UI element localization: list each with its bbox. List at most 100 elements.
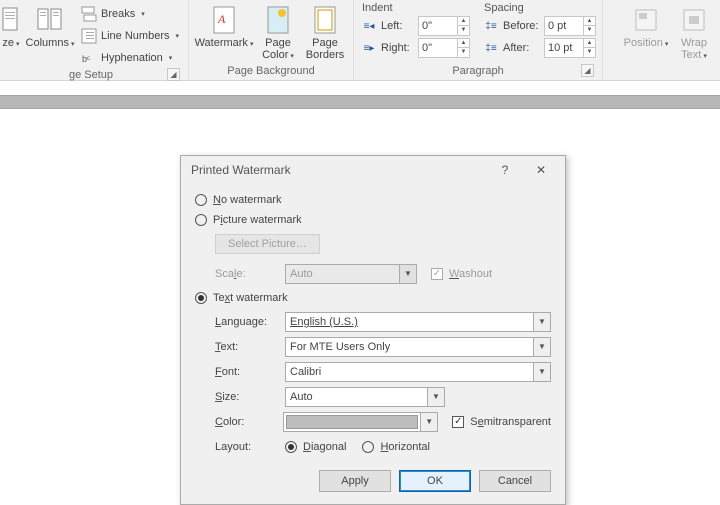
spinner-up-icon[interactable]: ▲	[458, 17, 469, 26]
svg-text:A: A	[217, 12, 226, 26]
radio-picture-watermark[interactable]: Picture watermark	[195, 210, 551, 230]
watermark-button[interactable]: A Watermark▾	[195, 2, 253, 51]
scale-value: Auto	[286, 268, 399, 280]
spinner-down-icon[interactable]: ▼	[458, 26, 469, 35]
spacing-after-value: 10 pt	[545, 42, 583, 54]
color-swatch	[286, 415, 418, 429]
spacing-before-icon: ‡≡	[482, 21, 500, 32]
size-value: Auto	[286, 391, 427, 403]
chevron-down-icon: ▾	[290, 53, 294, 60]
color-label: Color:	[215, 416, 275, 428]
spinner-down-icon[interactable]: ▼	[458, 48, 469, 57]
indent-left-label: Left:	[381, 20, 415, 32]
spacing-after-label: After:	[503, 42, 541, 54]
spinner-up-icon[interactable]: ▲	[584, 39, 595, 48]
spacing-after-spinner[interactable]: 10 pt▲▼	[544, 38, 596, 58]
radio-icon	[195, 194, 207, 206]
text-label: Text:	[215, 341, 277, 353]
columns-icon	[34, 4, 66, 36]
hyphenation-icon: bᶜ	[81, 50, 97, 66]
radio-no-watermark[interactable]: No watermark	[195, 190, 551, 210]
washout-checkbox: ✓ Washout	[431, 264, 492, 284]
spinner-down-icon[interactable]: ▼	[584, 48, 595, 57]
hyphenation-button[interactable]: bᶜ Hyphenation▾	[78, 48, 182, 68]
dialog-title: Printed Watermark	[191, 163, 291, 177]
line-numbers-button[interactable]: Line Numbers▾	[78, 26, 182, 46]
size-icon	[0, 4, 27, 36]
spinner-up-icon[interactable]: ▲	[584, 17, 595, 26]
svg-text:bᶜ: bᶜ	[82, 54, 90, 64]
indent-right-spinner[interactable]: 0"▲▼	[418, 38, 470, 58]
layout-label: Layout:	[215, 441, 277, 453]
size-label: ze	[2, 37, 14, 49]
page-borders-label: Page Borders	[306, 37, 345, 61]
text-combo[interactable]: For MTE Users Only ▼	[285, 337, 551, 357]
page-color-label: Page Color	[262, 37, 291, 61]
help-button[interactable]: ?	[487, 158, 523, 182]
chevron-down-icon[interactable]: ▼	[533, 338, 550, 356]
line-numbers-icon	[81, 28, 97, 44]
size-button[interactable]: ze▾	[0, 2, 22, 51]
position-label: Position	[624, 37, 663, 49]
document-area-ruler	[0, 95, 720, 109]
cancel-button[interactable]: Cancel	[479, 470, 551, 492]
language-label: Language:	[215, 316, 277, 328]
font-combo[interactable]: Calibri ▼	[285, 362, 551, 382]
scale-combo: Auto ▼	[285, 264, 417, 284]
font-value: Calibri	[286, 366, 533, 378]
page-borders-button[interactable]: Page Borders	[303, 2, 347, 61]
chevron-down-icon: ▼	[399, 265, 416, 283]
group-paragraph: Indent ≡◂ Left: 0"▲▼ ≡▸ Right: 0"▲▼ Spac…	[354, 0, 603, 80]
watermark-label: Watermark	[195, 37, 248, 49]
paragraph-dialog-launcher[interactable]: ◢	[581, 64, 594, 77]
radio-icon	[195, 292, 207, 304]
radio-icon	[195, 214, 207, 226]
indent-right-icon: ≡▸	[360, 43, 378, 54]
position-button[interactable]: Position▾	[622, 2, 670, 51]
indent-left-spinner[interactable]: 0"▲▼	[418, 16, 470, 36]
printed-watermark-dialog: Printed Watermark ? ✕ No watermark Pictu…	[180, 155, 566, 505]
group-page-setup: ze▾ Columns▾ Breaks▾ Line Numbers▾ bᶜ	[0, 0, 189, 80]
spacing-before-spinner[interactable]: 0 pt▲▼	[544, 16, 596, 36]
checkbox-icon: ✓	[431, 268, 443, 280]
indent-right-label: Right:	[381, 42, 415, 54]
spinner-down-icon[interactable]: ▼	[584, 26, 595, 35]
text-value: For MTE Users Only	[286, 341, 533, 353]
page-color-icon	[262, 4, 294, 36]
apply-button[interactable]: Apply	[319, 470, 391, 492]
font-label: Font:	[215, 366, 277, 378]
hyphenation-label: Hyphenation	[101, 52, 163, 64]
radio-icon	[362, 441, 374, 453]
chevron-down-icon[interactable]: ▼	[420, 413, 437, 431]
color-combo[interactable]: ▼	[283, 412, 438, 432]
chevron-down-icon[interactable]: ▼	[427, 388, 444, 406]
language-combo[interactable]: English (U.S.) ▼	[285, 312, 551, 332]
group-arrange: Position▾ Wrap Text▾	[616, 0, 720, 80]
spacing-header: Spacing	[482, 2, 596, 14]
page-setup-group-label: ge Setup	[69, 69, 113, 81]
page-setup-dialog-launcher[interactable]: ◢	[167, 68, 180, 81]
radio-text-watermark[interactable]: Text watermark	[195, 288, 551, 308]
close-button[interactable]: ✕	[523, 158, 559, 182]
ok-button[interactable]: OK	[399, 470, 471, 492]
size-label: Size:	[215, 391, 277, 403]
breaks-icon	[81, 6, 97, 22]
position-icon	[630, 4, 662, 36]
chevron-down-icon[interactable]: ▼	[533, 363, 550, 381]
breaks-button[interactable]: Breaks▾	[78, 4, 182, 24]
chevron-down-icon: ▾	[71, 41, 75, 48]
breaks-label: Breaks	[101, 8, 135, 20]
columns-button[interactable]: Columns▾	[26, 2, 74, 51]
no-watermark-label: o watermark	[221, 194, 282, 206]
radio-horizontal[interactable]: Horizontal	[362, 437, 430, 457]
indent-left-icon: ≡◂	[360, 21, 378, 32]
size-combo[interactable]: Auto ▼	[285, 387, 445, 407]
chevron-down-icon: ▾	[665, 41, 669, 48]
page-color-button[interactable]: Page Color▾	[257, 2, 299, 63]
radio-diagonal[interactable]: Diagonal	[285, 437, 346, 457]
wrap-text-icon	[678, 4, 710, 36]
chevron-down-icon[interactable]: ▼	[533, 313, 550, 331]
spinner-up-icon[interactable]: ▲	[458, 39, 469, 48]
wrap-text-button[interactable]: Wrap Text▾	[674, 2, 714, 63]
semitransparent-checkbox[interactable]: ✓ Semitransparent	[452, 412, 551, 432]
